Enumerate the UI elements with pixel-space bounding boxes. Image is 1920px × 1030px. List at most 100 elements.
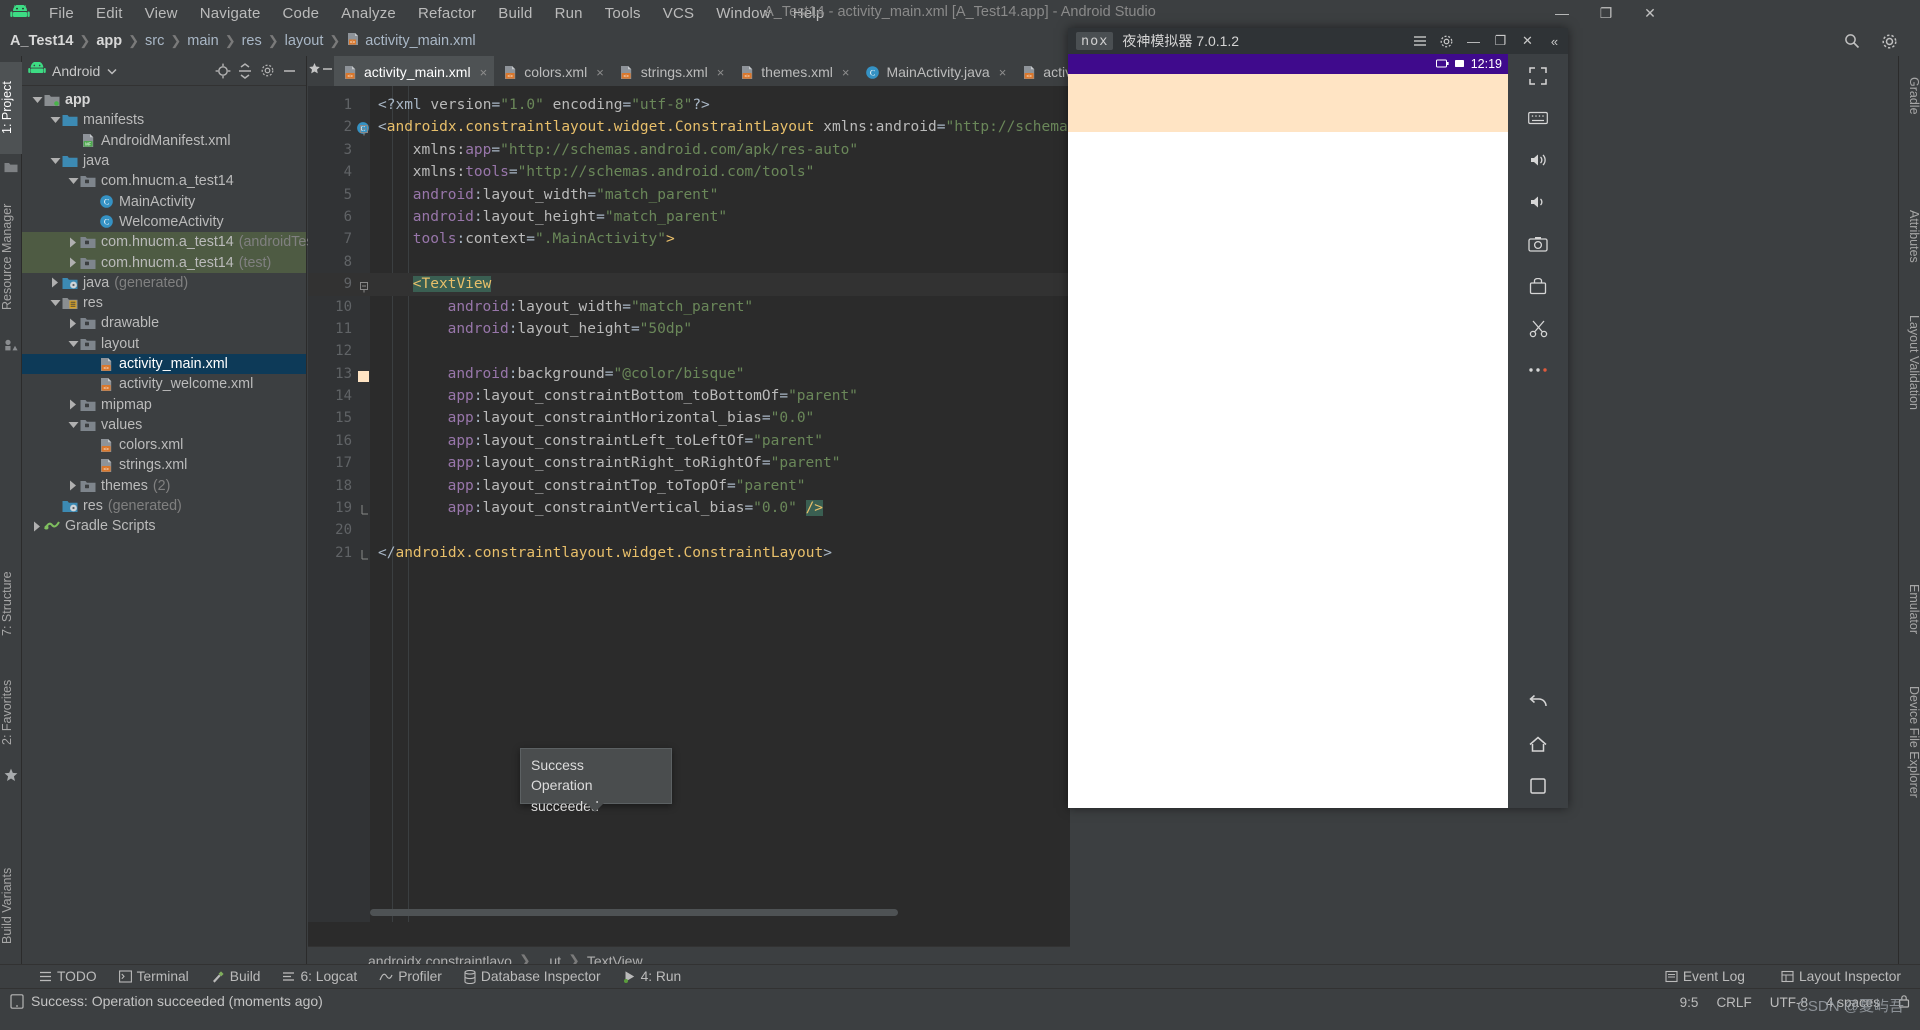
menu-analyze[interactable]: Analyze: [330, 3, 407, 24]
home-icon[interactable]: [1521, 730, 1555, 758]
code-text[interactable]: <TextView: [412, 273, 492, 295]
code-text[interactable]: android:layout_width="match_parent": [413, 184, 719, 206]
editor-tab-strip[interactable]: <> activity_main.xml × <> colors.xml × <> strin…: [308, 56, 1070, 86]
bottom-item-run[interactable]: 4: Run: [612, 965, 693, 989]
bottom-item-build[interactable]: Build: [200, 965, 272, 989]
menu-edit[interactable]: Edit: [85, 3, 134, 24]
screenshot-icon[interactable]: [1521, 230, 1555, 258]
volume-down-icon[interactable]: [1521, 188, 1555, 216]
emulator-gear-icon[interactable]: [1433, 28, 1460, 54]
sidebar-item-gradle[interactable]: Gradle: [1899, 64, 1920, 128]
menu-help[interactable]: Help: [782, 3, 836, 24]
back-icon[interactable]: [1521, 688, 1555, 716]
twisty-expanded-icon[interactable]: [48, 296, 62, 310]
code-line[interactable]: 11 android:layout_height="50dp": [308, 318, 1070, 340]
settings-gear-icon[interactable]: [256, 60, 278, 82]
breadcrumb-item-src[interactable]: src: [145, 33, 164, 49]
fold-region-icon[interactable]: [360, 121, 371, 136]
code-text[interactable]: </androidx.constraintlayout.widget.Const…: [378, 542, 832, 564]
caret-position[interactable]: 9:5: [1680, 995, 1699, 1010]
close-icon[interactable]: ×: [999, 65, 1007, 80]
tree-item[interactable]: layout: [22, 334, 306, 354]
editor-tab[interactable]: <> strings.xml ×: [611, 56, 732, 86]
project-tree[interactable]: app manifests MF AndroidManifest.xml java com…: [22, 86, 322, 537]
breadcrumb-item-layout[interactable]: layout: [285, 33, 324, 49]
code-text[interactable]: app:layout_constraintRight_toRightOf="pa…: [448, 452, 841, 474]
editor-tabs[interactable]: <> activity_main.xml × <> colors.xml × <> strin…: [334, 56, 1070, 86]
notification-balloon[interactable]: Success Operation succeeded: [520, 748, 672, 814]
sidebar-item-attributes[interactable]: Attributes: [1899, 186, 1920, 286]
code-line[interactable]: 16 app:layout_constraintLeft_toLeftOf="pa…: [308, 430, 1070, 452]
sidebar-item-structure[interactable]: 7: Structure: [0, 554, 22, 654]
code-text[interactable]: app:layout_constraintTop_toTopOf="parent…: [448, 475, 806, 497]
tree-item[interactable]: mipmap: [22, 394, 306, 414]
code-line[interactable]: 13 android:background="@color/bisque": [308, 363, 1070, 385]
menu-vcs[interactable]: VCS: [652, 3, 705, 24]
breadcrumb-item-project[interactable]: A_Test14: [10, 33, 73, 49]
twisty-expanded-icon[interactable]: [48, 113, 62, 127]
code-text[interactable]: xmlns:app="http://schemas.android.com/ap…: [413, 139, 858, 161]
code-text[interactable]: xmlns:tools="http://schemas.android.com/…: [413, 161, 815, 183]
twisty-expanded-icon[interactable]: [48, 154, 62, 168]
tree-item[interactable]: <> activity_welcome.xml: [22, 374, 306, 394]
emulator-window-controls[interactable]: — ❐ ✕ «: [1406, 28, 1568, 54]
menu-refactor[interactable]: Refactor: [407, 3, 487, 24]
code-text[interactable]: app:layout_constraintLeft_toLeftOf="pare…: [448, 430, 823, 452]
code-line[interactable]: 8: [308, 251, 1070, 273]
code-line[interactable]: 1 <?xml version="1.0" encoding="utf-8"?>: [308, 94, 1070, 116]
code-line[interactable]: 20: [308, 519, 1070, 541]
code-line[interactable]: 7 tools:context=".MainActivity">: [308, 228, 1070, 250]
tree-item[interactable]: C MainActivity: [22, 191, 306, 211]
bottom-item-terminal[interactable]: Terminal: [108, 965, 200, 989]
tree-item[interactable]: <> colors.xml: [22, 435, 306, 455]
breadcrumb-item-main[interactable]: main: [187, 33, 218, 49]
emulator-screen[interactable]: 12:19: [1068, 54, 1508, 808]
menu-run[interactable]: Run: [544, 3, 594, 24]
tree-item[interactable]: manifests: [22, 110, 306, 130]
code-line[interactable]: 19 app:layout_constraintVertical_bias="0.…: [308, 497, 1070, 519]
fold-end-icon[interactable]: [360, 547, 371, 560]
hamburger-icon[interactable]: [1406, 28, 1433, 54]
menu-tools[interactable]: Tools: [594, 3, 652, 24]
tree-item[interactable]: res: [22, 293, 306, 313]
menu-file[interactable]: File: [38, 3, 85, 24]
emulator-close[interactable]: ✕: [1514, 28, 1541, 54]
collapse-all-icon[interactable]: [234, 60, 256, 82]
bottom-item-todo[interactable]: TODO: [28, 965, 108, 989]
sidebar-item-layout-validation[interactable]: Layout Validation: [1899, 296, 1920, 428]
fullscreen-icon[interactable]: [1521, 62, 1555, 90]
minimize-button[interactable]: —: [1540, 0, 1584, 26]
code-line[interactable]: 3 xmlns:app="http://schemas.android.com/a…: [308, 139, 1070, 161]
menu-view[interactable]: View: [134, 3, 189, 24]
twisty-expanded-icon[interactable]: [30, 93, 44, 107]
code-line[interactable]: 6 android:layout_height="match_parent": [308, 206, 1070, 228]
maximize-button[interactable]: ❐: [1584, 0, 1628, 26]
tree-item[interactable]: com.hnucm.a_test14: [22, 171, 306, 191]
tree-item[interactable]: C WelcomeActivity: [22, 212, 306, 232]
sidebar-item-emulator[interactable]: Emulator: [1899, 568, 1920, 650]
code-line[interactable]: 5 android:layout_width="match_parent": [308, 184, 1070, 206]
twisty-expanded-icon[interactable]: [66, 337, 80, 351]
twisty-collapsed-icon[interactable]: [66, 479, 80, 493]
menu-build[interactable]: Build: [487, 3, 543, 24]
sidebar-item-build-variants[interactable]: Build Variants: [0, 852, 22, 960]
install-apk-icon[interactable]: [1521, 272, 1555, 300]
breadcrumb-item-app[interactable]: app: [96, 33, 122, 49]
twisty-expanded-icon[interactable]: [66, 418, 80, 432]
code-line[interactable]: 15 app:layout_constraintHorizontal_bias="…: [308, 407, 1070, 429]
twisty-expanded-icon[interactable]: [66, 174, 80, 188]
code-line[interactable]: 18 app:layout_constraintTop_toTopOf="pare…: [308, 475, 1070, 497]
volume-up-icon[interactable]: [1521, 146, 1555, 174]
close-icon[interactable]: ×: [596, 65, 604, 80]
code-text[interactable]: <androidx.constraintlayout.widget.Constr…: [378, 116, 1070, 138]
scissors-icon[interactable]: [1521, 314, 1555, 342]
tree-item[interactable]: drawable: [22, 313, 306, 333]
menu-code[interactable]: Code: [272, 3, 331, 24]
code-line[interactable]: 17 app:layout_constraintRight_toRightOf="…: [308, 452, 1070, 474]
code-editor[interactable]: 1 <?xml version="1.0" encoding="utf-8"?> 2…: [308, 86, 1070, 922]
twisty-collapsed-icon[interactable]: [66, 398, 80, 412]
sidebar-item-device-file-explorer[interactable]: Device File Explorer: [1899, 668, 1920, 816]
code-line[interactable]: 2 C <androidx.constraintlayout.widget.Cons…: [308, 116, 1070, 138]
emulator-minimize[interactable]: —: [1460, 28, 1487, 54]
code-line[interactable]: 12: [308, 340, 1070, 362]
